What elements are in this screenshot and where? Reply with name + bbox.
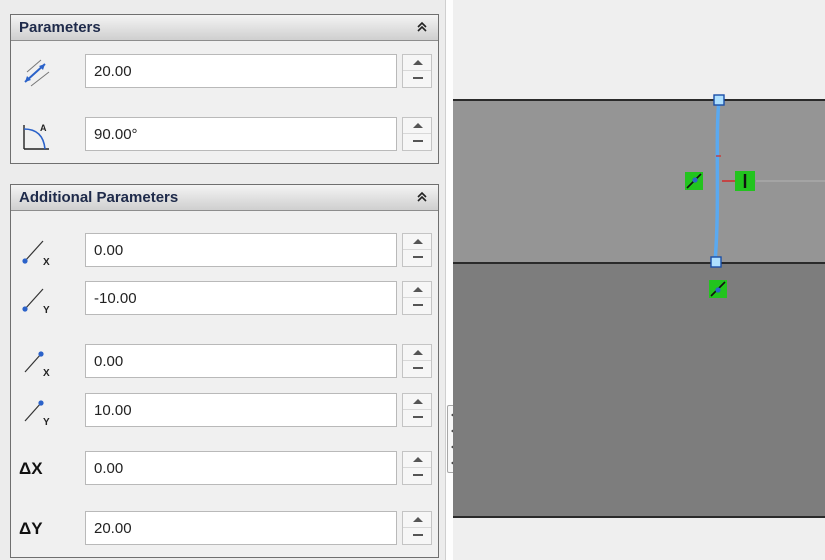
start-y-spinner[interactable] xyxy=(402,281,432,315)
start-y-row: Y xyxy=(11,281,438,317)
double-chevron-up-icon[interactable] xyxy=(416,191,428,203)
sketch-line[interactable] xyxy=(713,99,721,263)
delta-y-field[interactable] xyxy=(85,511,397,545)
delta-x-spinner[interactable] xyxy=(402,451,432,485)
end-point-x-icon: X xyxy=(24,351,50,378)
length-field[interactable] xyxy=(85,54,397,88)
double-chevron-up-icon[interactable] xyxy=(416,21,428,33)
svg-text:Y: Y xyxy=(43,417,50,427)
angle-spin-down[interactable] xyxy=(403,134,431,150)
additional-parameters-title: Additional Parameters xyxy=(19,189,179,206)
angle-row: A xyxy=(11,117,438,153)
angle-spinner[interactable] xyxy=(402,117,432,151)
delta-y-spin-up[interactable] xyxy=(403,512,431,528)
angle-icon: A xyxy=(23,123,49,150)
start-x-spinner[interactable] xyxy=(402,233,432,267)
delta-y-spinner[interactable] xyxy=(402,511,432,545)
svg-text:A: A xyxy=(40,123,47,133)
additional-parameters-group: Additional Parameters X 0.00 Y -10.00 X … xyxy=(10,184,439,558)
start-x-field[interactable] xyxy=(85,233,397,267)
delta-x-row: ΔX xyxy=(11,451,438,487)
angle-spin-up[interactable] xyxy=(403,118,431,134)
end-y-field[interactable] xyxy=(85,393,397,427)
panel-divider[interactable] xyxy=(445,0,453,560)
additional-parameters-header[interactable]: Additional Parameters xyxy=(11,185,438,211)
length-row xyxy=(11,54,438,90)
delta-x-spin-down[interactable] xyxy=(403,468,431,484)
start-y-spin-up[interactable] xyxy=(403,282,431,298)
sketch-overlay xyxy=(685,94,825,298)
delta-x-spin-up[interactable] xyxy=(403,452,431,468)
delta-y-label: ΔY xyxy=(19,519,43,538)
coincident-constraint-icon[interactable] xyxy=(685,172,703,190)
end-y-spin-up[interactable] xyxy=(403,394,431,410)
start-y-spin-down[interactable] xyxy=(403,298,431,314)
coincident-constraint-icon[interactable] xyxy=(709,280,727,298)
property-manager-panel: Parameters 20.00 A 90.00° Additional Par… xyxy=(0,0,445,560)
angle-field[interactable] xyxy=(85,117,397,151)
start-y-field[interactable] xyxy=(85,281,397,315)
svg-text:X: X xyxy=(43,257,50,267)
end-x-spin-down[interactable] xyxy=(403,361,431,377)
start-point-y-icon: Y xyxy=(22,288,50,315)
end-y-row: Y xyxy=(11,393,438,429)
parameters-group: Parameters 20.00 A 90.00° xyxy=(10,14,439,164)
parameters-group-header[interactable]: Parameters xyxy=(11,15,438,41)
delta-y-row: ΔY xyxy=(11,511,438,547)
end-point-y-icon: Y xyxy=(24,400,50,427)
delta-y-spin-down[interactable] xyxy=(403,528,431,544)
end-y-spinner[interactable] xyxy=(402,393,432,427)
start-point-x-icon: X xyxy=(22,240,50,267)
vertical-constraint-icon[interactable] xyxy=(735,171,755,191)
delta-x-label: ΔX xyxy=(19,459,43,478)
svg-text:X: X xyxy=(43,368,50,378)
graphics-viewport[interactable] xyxy=(453,0,825,560)
length-spin-down[interactable] xyxy=(403,71,431,87)
end-x-field[interactable] xyxy=(85,344,397,378)
end-x-spin-up[interactable] xyxy=(403,345,431,361)
length-spinner[interactable] xyxy=(402,54,432,88)
length-dimension-icon xyxy=(24,59,50,87)
start-x-spin-down[interactable] xyxy=(403,250,431,266)
line-start-point[interactable] xyxy=(710,256,722,268)
delta-x-field[interactable] xyxy=(85,451,397,485)
start-x-row: X xyxy=(11,233,438,269)
line-end-point[interactable] xyxy=(713,94,725,106)
svg-text:Y: Y xyxy=(43,305,50,315)
start-x-spin-up[interactable] xyxy=(403,234,431,250)
end-x-row: X xyxy=(11,344,438,380)
length-spin-up[interactable] xyxy=(403,55,431,71)
parameters-group-title: Parameters xyxy=(19,19,101,36)
end-y-spin-down[interactable] xyxy=(403,410,431,426)
end-x-spinner[interactable] xyxy=(402,344,432,378)
